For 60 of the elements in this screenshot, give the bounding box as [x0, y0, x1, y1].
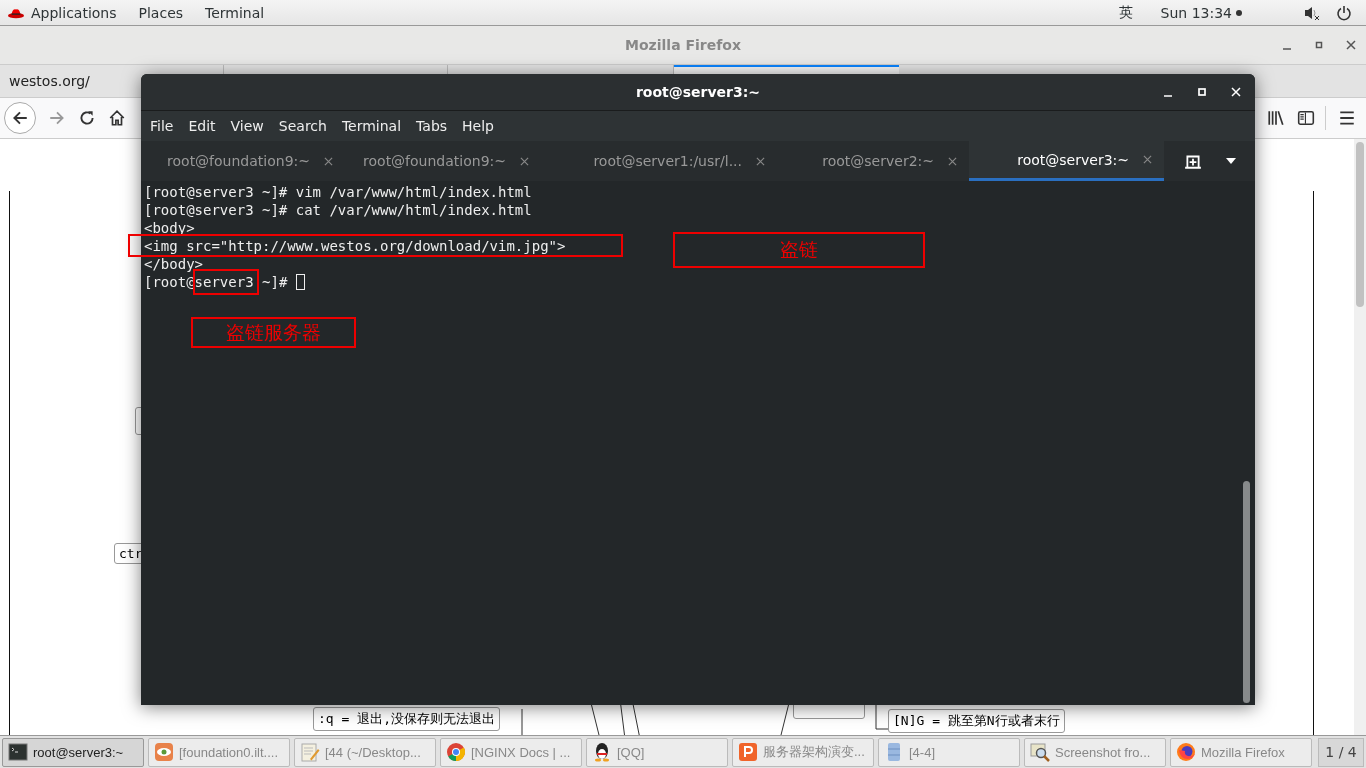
- back-button[interactable]: [4, 102, 36, 134]
- prompt-text: server3: [194, 274, 254, 290]
- maximize-icon[interactable]: [1314, 40, 1324, 50]
- firefox-icon: [1176, 742, 1196, 762]
- terminal-tab[interactable]: root@server2:~: [777, 141, 969, 181]
- penguin-icon: [592, 742, 612, 762]
- reload-icon[interactable]: [78, 109, 96, 127]
- menu-item[interactable]: Tabs: [416, 118, 448, 134]
- terminal-tab[interactable]: root@foundation9:~: [345, 141, 541, 181]
- terminal-line: <img src="http://www.westos.org/download/vim.jpg">: [144, 238, 566, 254]
- terminal-line: [root@server3 ~]# cat /var/www/html/index.html: [144, 202, 532, 218]
- terminal-tab[interactable]: root@server3:~: [969, 141, 1164, 181]
- terminal-tab[interactable]: root@server1:/usr/l...: [541, 141, 777, 181]
- menu-icon[interactable]: [1338, 109, 1356, 127]
- terminal-line: <body>: [144, 220, 195, 236]
- workspace-indicator[interactable]: 1 / 4: [1318, 737, 1364, 767]
- window-title: Mozilla Firefox: [625, 37, 741, 53]
- taskbar-item[interactable]: root@server3:~: [2, 737, 144, 767]
- back-icon: [11, 109, 29, 127]
- window-title: root@server3:~: [635, 84, 761, 100]
- power-icon[interactable]: [1336, 4, 1352, 21]
- menu-item[interactable]: Terminal: [341, 118, 402, 134]
- menu-item[interactable]: Edit: [188, 118, 216, 134]
- menu-item[interactable]: Search: [278, 118, 327, 134]
- clock[interactable]: Sun 13:34: [1160, 4, 1232, 21]
- eye-icon: [154, 742, 174, 762]
- browser-tab[interactable]: [674, 65, 899, 74]
- volume-muted-icon[interactable]: [1304, 4, 1320, 21]
- browser-tab[interactable]: westos.org/: [0, 65, 140, 97]
- sidebar-icon[interactable]: [1297, 109, 1315, 127]
- notification-dot-icon: [1236, 9, 1242, 16]
- menu-item[interactable]: View: [230, 118, 264, 134]
- menu-item[interactable]: File: [150, 118, 174, 134]
- top-menu[interactable]: Applications: [31, 4, 117, 21]
- scrollbar-thumb[interactable]: [1243, 481, 1250, 703]
- menu-item[interactable]: Help: [462, 118, 494, 134]
- prompt-text: ~]#: [261, 274, 288, 290]
- terminal-line: </body>: [144, 256, 203, 272]
- forward-icon[interactable]: [48, 109, 66, 127]
- top-menu[interactable]: Terminal: [205, 4, 265, 21]
- annotation-label: 盗链: [673, 232, 925, 268]
- terminal-line: [root@server3 ~]# vim /var/www/html/index.html: [144, 184, 532, 200]
- mind-map-node: [N]G = 跳至第N行或者末行: [888, 709, 1065, 733]
- magnifier-icon: [1030, 742, 1050, 762]
- home-icon[interactable]: [108, 109, 126, 127]
- library-icon[interactable]: [1267, 109, 1285, 127]
- slides-icon: [738, 742, 758, 762]
- scrollbar-thumb[interactable]: [1356, 142, 1364, 307]
- hat-logo-icon: [8, 6, 24, 19]
- terminal-icon: [8, 742, 28, 762]
- mind-map-node: :q = 退出,没保存则无法退出: [313, 707, 500, 731]
- chrome-icon: [446, 742, 466, 762]
- dropdown-arrow-icon[interactable]: [1226, 158, 1236, 164]
- notepad-icon: [300, 742, 320, 762]
- terminal-tab[interactable]: root@foundation9:~: [141, 141, 345, 181]
- top-menu[interactable]: Places: [138, 4, 184, 21]
- close-icon[interactable]: [1346, 40, 1356, 50]
- cursor: [296, 274, 306, 290]
- annotation-label: 盗链服务器: [191, 317, 356, 348]
- input-method-indicator[interactable]: 英: [1118, 3, 1133, 22]
